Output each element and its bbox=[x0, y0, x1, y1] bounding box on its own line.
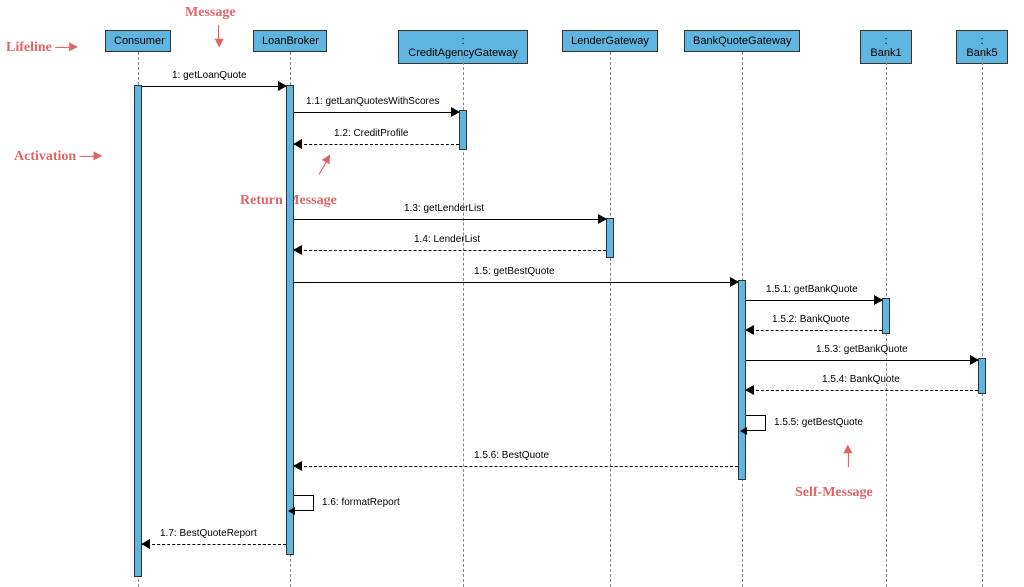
lifeline-lender bbox=[610, 52, 611, 587]
annotation-message-arrow: – –▸ bbox=[210, 25, 230, 45]
activation-bank1 bbox=[882, 298, 890, 334]
annotation-activation-arrow: – –▸ bbox=[80, 147, 100, 164]
annotation-activation: Activation – –▸ bbox=[14, 145, 100, 165]
message-1-5-1: 1.5.1: getBankQuote bbox=[746, 286, 882, 306]
arrow-icon bbox=[451, 107, 460, 117]
annotation-self-message: Self-Message bbox=[795, 485, 873, 501]
message-1-1: 1.1: getLanQuotesWithScores bbox=[294, 98, 459, 118]
activation-consumer bbox=[134, 85, 142, 577]
arrow-icon bbox=[970, 355, 979, 365]
message-1-5-4-label: 1.5.4: BankQuote bbox=[822, 374, 900, 385]
annotation-message-text: Message bbox=[185, 5, 236, 20]
participant-bankquote-label: BankQuoteGateway bbox=[693, 35, 791, 47]
annotation-return-arrow: – –▸ bbox=[309, 151, 336, 178]
arrow-icon bbox=[278, 81, 287, 91]
message-1-5-4: 1.5.4: BankQuote bbox=[746, 376, 978, 396]
arrow-icon bbox=[293, 139, 302, 149]
message-1-5-2-label: 1.5.2: BankQuote bbox=[772, 314, 850, 325]
message-1-7-label: 1.7: BestQuoteReport bbox=[160, 528, 257, 539]
lifeline-bank5 bbox=[982, 52, 983, 587]
arrow-icon bbox=[598, 214, 607, 224]
message-1-2: 1.2: CreditProfile bbox=[294, 130, 459, 150]
message-1-5-3: 1.5.3: getBankQuote bbox=[746, 346, 978, 366]
participant-lender-label: LenderGateway bbox=[571, 35, 649, 47]
participant-loanbroker: LoanBroker bbox=[253, 30, 327, 52]
message-1-5-6: 1.5.6: BestQuote bbox=[294, 452, 738, 472]
annotation-lifeline-arrow: – –▸ bbox=[55, 38, 75, 55]
participant-loanbroker-label: LoanBroker bbox=[262, 35, 319, 47]
message-1-5-5-label: 1.5.5: getBestQuote bbox=[774, 417, 863, 428]
message-1-6: 1.6: formatReport bbox=[294, 495, 314, 511]
arrow-icon bbox=[288, 507, 295, 515]
arrow-icon bbox=[293, 245, 302, 255]
message-1-5: 1.5: getBestQuote bbox=[294, 268, 738, 288]
arrow-icon bbox=[293, 461, 302, 471]
message-1-6-label: 1.6: formatReport bbox=[322, 497, 400, 508]
participant-consumer: Consumer bbox=[105, 30, 171, 52]
message-1: 1: getLoanQuote bbox=[142, 72, 286, 92]
arrow-icon bbox=[141, 539, 150, 549]
activation-lender bbox=[606, 218, 614, 258]
annotation-lifeline-text: Lifeline bbox=[6, 40, 52, 55]
message-1-5-2: 1.5.2: BankQuote bbox=[746, 316, 882, 336]
message-1-2-label: 1.2: CreditProfile bbox=[334, 128, 408, 139]
arrow-icon bbox=[730, 277, 739, 287]
participant-lender: LenderGateway bbox=[562, 30, 658, 52]
arrow-icon bbox=[874, 295, 883, 305]
annotation-activation-text: Activation bbox=[14, 149, 76, 164]
annotation-self-text: Self-Message bbox=[795, 485, 873, 500]
message-1-label: 1: getLoanQuote bbox=[172, 70, 247, 81]
message-1-4-label: 1.4: LenderList bbox=[414, 234, 480, 245]
activation-creditagency bbox=[459, 110, 467, 150]
activation-bankquote bbox=[738, 280, 746, 480]
arrow-icon bbox=[740, 427, 747, 435]
annotation-message: Message bbox=[185, 5, 236, 21]
annotation-self-arrow: – –▸ bbox=[837, 447, 857, 467]
activation-loanbroker bbox=[286, 85, 294, 555]
arrow-icon bbox=[745, 325, 754, 335]
message-1-7: 1.7: BestQuoteReport bbox=[142, 530, 286, 550]
annotation-lifeline: Lifeline – –▸ bbox=[6, 36, 75, 56]
message-1-3: 1.3: getLenderList bbox=[294, 205, 606, 225]
message-1-1-label: 1.1: getLanQuotesWithScores bbox=[306, 96, 439, 107]
message-1-5-5: 1.5.5: getBestQuote bbox=[746, 415, 766, 431]
participant-bankquote: BankQuoteGateway bbox=[684, 30, 800, 52]
message-1-5-6-label: 1.5.6: BestQuote bbox=[474, 450, 549, 461]
activation-bank5 bbox=[978, 358, 986, 394]
message-1-4: 1.4: LenderList bbox=[294, 236, 606, 256]
participant-consumer-label: Consumer bbox=[114, 35, 165, 47]
arrow-icon bbox=[745, 385, 754, 395]
message-1-5-1-label: 1.5.1: getBankQuote bbox=[766, 284, 858, 295]
message-1-5-label: 1.5: getBestQuote bbox=[474, 266, 555, 277]
message-1-5-3-label: 1.5.3: getBankQuote bbox=[816, 344, 908, 355]
message-1-3-label: 1.3: getLenderList bbox=[404, 203, 484, 214]
